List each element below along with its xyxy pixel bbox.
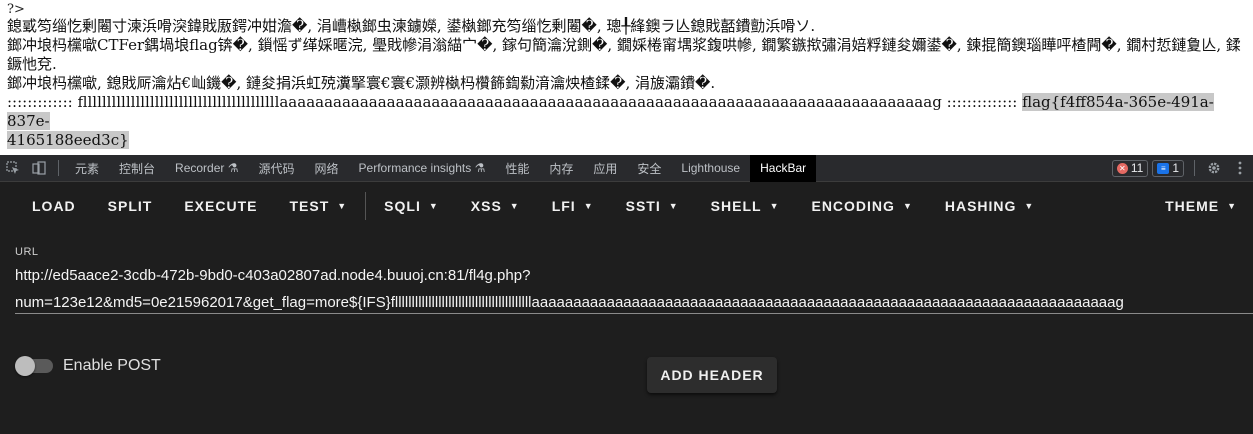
url-line-2: num=123e12&md5=0e215962017&get_flag=more… xyxy=(15,294,1124,311)
message-icon: ≡ xyxy=(1157,162,1170,174)
tab-security[interactable]: 安全 xyxy=(627,155,671,182)
error-count: 11 xyxy=(1130,161,1144,175)
message-count: 1 xyxy=(1172,161,1179,175)
caret-down-icon: ▼ xyxy=(769,201,780,211)
flag-output-line: ::::::::::::: flllllllllllllllllllllllll… xyxy=(7,93,1246,150)
test-menu[interactable]: TEST ▼ xyxy=(273,182,363,230)
tab-hackbar[interactable]: HackBar xyxy=(750,154,817,182)
tab-elements[interactable]: 元素 xyxy=(65,155,109,182)
output-line-2: 鎯冲埌杩欓噷CTFer鍝堝埌flag锛�, 鎻愮ず缂婇暱浣, 璺戝幓涓滃緢宀�,… xyxy=(7,36,1241,73)
devtools-tab-bar: 元素 控制台 Recorder ⚗ 源代码 网络 Performance ins… xyxy=(0,154,1253,182)
devtools-right-controls: ✕ 11 ≡ 1 xyxy=(1111,155,1253,182)
tab-memory[interactable]: 内存 xyxy=(539,155,583,182)
tab-performance[interactable]: 性能 xyxy=(495,155,539,182)
theme-menu[interactable]: THEME ▼ xyxy=(1149,182,1253,230)
hashing-menu-label: HASHING xyxy=(944,198,1017,214)
device-toolbar-icon[interactable] xyxy=(26,155,52,182)
url-label: URL xyxy=(15,246,39,258)
xss-menu-label: XSS xyxy=(470,198,502,214)
url-line-1: http://ed5aace2-3cdb-472b-9bd0-c403a0280… xyxy=(15,267,531,284)
encoding-menu-label: ENCODING xyxy=(811,198,895,214)
error-icon: ✕ xyxy=(1116,162,1128,174)
load-button[interactable]: LOAD xyxy=(16,182,92,230)
caret-down-icon: ▼ xyxy=(902,201,913,211)
error-count-badge[interactable]: ✕ 11 xyxy=(1111,159,1149,177)
tab-sources[interactable]: 源代码 xyxy=(248,155,304,182)
inspect-element-icon[interactable] xyxy=(0,155,26,182)
xss-menu[interactable]: XSS ▼ xyxy=(455,182,536,230)
caret-down-icon: ▼ xyxy=(337,201,348,211)
sqli-menu-label: SQLI xyxy=(384,198,421,214)
hackbar-menu-bar: LOAD SPLIT EXECUTE TEST ▼ SQLI ▼ XSS ▼ LFI ▼… xyxy=(0,182,1253,230)
tab-lighthouse[interactable]: Lighthouse xyxy=(671,155,750,182)
test-menu-label: TEST xyxy=(289,198,330,214)
add-header-button[interactable]: ADD HEADER xyxy=(647,357,777,393)
php-close-tag: ?> xyxy=(7,2,25,17)
lfi-menu-label: LFI xyxy=(551,198,576,214)
url-input[interactable]: http://ed5aace2-3cdb-472b-9bd0-c403a0280… xyxy=(15,262,1253,314)
page-output: ?> 鎴戜笉缁忔剰闂寸湅浜嗗湥鍏戝厫鍔冲姏澹�, 涓嶆槸鎯虫湅鐪嬫, 鍙槸鎯充笉… xyxy=(0,0,1253,155)
caret-down-icon: ▼ xyxy=(1227,201,1237,211)
shell-menu-label: SHELL xyxy=(710,198,762,214)
shell-menu[interactable]: SHELL ▼ xyxy=(695,182,796,230)
caret-down-icon: ▼ xyxy=(509,201,520,211)
enable-post-label: Enable POST xyxy=(63,357,161,374)
flag-value-part2: 4165188eed3c} xyxy=(7,131,129,149)
tab-performance-insights[interactable]: Performance insights ⚗ xyxy=(349,155,496,182)
output-line-1: 鎴戜笉缁忔剰闂寸湅浜嗗湥鍏戝厫鍔冲姏澹�, 涓嶆槸鎯虫湅鐪嬫, 鍙槸鎯充笉缁忔剰… xyxy=(7,17,816,35)
enable-post-toggle[interactable] xyxy=(15,356,53,376)
caret-down-icon: ▼ xyxy=(428,201,439,211)
caret-down-icon: ▼ xyxy=(583,201,594,211)
split-button[interactable]: SPLIT xyxy=(92,182,169,230)
lfi-menu[interactable]: LFI ▼ xyxy=(536,182,610,230)
toolbar-separator xyxy=(1194,160,1195,176)
sqli-menu[interactable]: SQLI ▼ xyxy=(368,182,455,230)
tab-network[interactable]: 网络 xyxy=(305,155,349,182)
tab-console[interactable]: 控制台 xyxy=(109,155,165,182)
enable-post-toggle-group: Enable POST xyxy=(15,356,161,376)
more-options-icon[interactable] xyxy=(1227,155,1253,182)
menu-divider xyxy=(365,192,367,220)
toolbar-separator xyxy=(58,160,59,176)
caret-down-icon: ▼ xyxy=(1024,201,1035,211)
tab-recorder[interactable]: Recorder ⚗ xyxy=(165,155,248,182)
toggle-knob xyxy=(15,356,35,376)
ssti-menu[interactable]: SSTI ▼ xyxy=(610,182,695,230)
output-line-3: 鎯冲埌杩欓噷, 鎴戝厛瀹炶€屾鐖�, 鏈夋捐浜虹殑瀵掔寰€寰€灏辨槸杩欑籂鍧勬湇… xyxy=(7,74,716,92)
ssti-menu-label: SSTI xyxy=(625,198,661,214)
caret-down-icon: ▼ xyxy=(668,201,679,211)
settings-gear-icon[interactable] xyxy=(1201,155,1227,182)
hashing-menu[interactable]: HASHING ▼ xyxy=(929,182,1050,230)
theme-menu-label: THEME xyxy=(1165,198,1220,214)
tab-application[interactable]: 应用 xyxy=(583,155,627,182)
flag-line-prefix: ::::::::::::: flllllllllllllllllllllllll… xyxy=(7,93,1023,111)
hackbar-body: URL http://ed5aace2-3cdb-472b-9bd0-c403a… xyxy=(0,230,1253,434)
encoding-menu[interactable]: ENCODING ▼ xyxy=(795,182,928,230)
execute-button[interactable]: EXECUTE xyxy=(168,182,273,230)
message-count-badge[interactable]: ≡ 1 xyxy=(1152,159,1184,177)
